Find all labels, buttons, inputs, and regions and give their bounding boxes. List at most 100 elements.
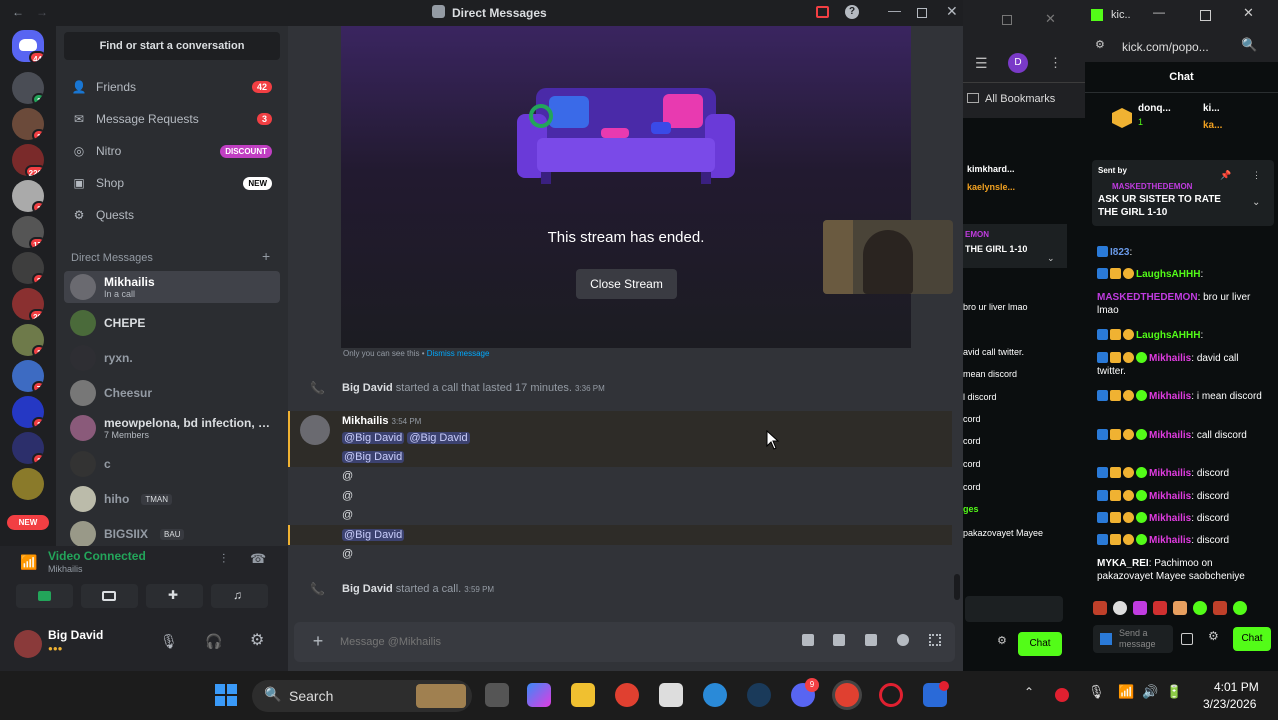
server-icon[interactable]: 2 (12, 252, 44, 284)
emote-icon[interactable] (1133, 601, 1147, 615)
maximize-icon[interactable] (1200, 10, 1211, 21)
opera-icon[interactable] (879, 683, 903, 707)
dm-item[interactable]: ryxn. (64, 342, 280, 374)
microphone-icon[interactable]: 🎙 (160, 634, 178, 648)
clock-date[interactable]: 3/23/2026 (1203, 697, 1256, 711)
dm-item[interactable]: Mikhailis In a call (64, 271, 280, 303)
pin-icon[interactable]: 📌 (1220, 171, 1231, 180)
chat-user[interactable]: LaughsAHHH (1136, 330, 1200, 341)
chat-send-button[interactable]: Chat (1018, 632, 1062, 656)
chat-user[interactable]: Mikhailis (1149, 468, 1191, 479)
bookmarks-label[interactable]: All Bookmarks (985, 93, 1055, 105)
start-button-icon[interactable] (215, 684, 237, 706)
edge-icon[interactable] (703, 683, 727, 707)
copilot-icon[interactable] (527, 683, 551, 707)
close-icon[interactable]: ✕ (1243, 6, 1254, 19)
chevron-up-icon[interactable]: ⌃ (1024, 686, 1034, 698)
chrome-icon[interactable] (615, 683, 639, 707)
server-icon[interactable]: 1 (12, 396, 44, 428)
headset-icon[interactable]: 🎧 (205, 634, 222, 648)
mention[interactable]: @Big David (342, 432, 405, 444)
emote-picker-icon[interactable] (1100, 633, 1112, 645)
send-message-input[interactable]: Send a message (1093, 625, 1173, 653)
emote-icon[interactable] (1193, 601, 1207, 615)
profile-avatar[interactable]: D (1008, 53, 1028, 73)
screen-icon[interactable] (816, 6, 829, 18)
menu-icon[interactable]: ⋮ (1049, 56, 1062, 69)
add-dm-icon[interactable]: + (262, 248, 270, 264)
video-thumbnail[interactable] (823, 220, 953, 294)
discord-taskbar-icon[interactable]: 9 (791, 678, 819, 707)
maximize-icon[interactable] (1002, 15, 1012, 25)
close-icon[interactable]: ✕ (946, 4, 958, 18)
maximize-icon[interactable] (917, 8, 927, 18)
clock-time[interactable]: 4:01 PM (1214, 680, 1259, 694)
gif-icon[interactable] (833, 634, 845, 646)
kick-tab[interactable]: kic.. (1111, 9, 1131, 21)
apps-icon[interactable] (929, 634, 941, 646)
server-icon[interactable]: 20 (12, 288, 44, 320)
wifi-icon[interactable]: 📶 (1118, 685, 1134, 698)
chevron-down-icon[interactable]: ⌄ (1252, 198, 1260, 208)
add-attachment-icon[interactable]: + (308, 631, 328, 651)
avatar[interactable] (14, 630, 42, 658)
avatar[interactable] (300, 415, 330, 445)
battery-icon[interactable]: 🔋 (1166, 685, 1182, 698)
close-stream-button[interactable]: Close Stream (576, 269, 677, 299)
emote-icon[interactable] (1153, 601, 1167, 615)
server-icon[interactable]: 17 (12, 216, 44, 248)
nav-nitro[interactable]: ◎ Nitro DISCOUNT (64, 137, 280, 165)
playlist-icon[interactable]: ☰ (975, 56, 988, 70)
emote-icon[interactable] (1113, 601, 1127, 615)
chat-send-button[interactable]: Chat (1233, 627, 1271, 651)
sticker-icon[interactable] (865, 634, 877, 646)
url-text[interactable]: kick.com/popo... (1122, 40, 1209, 54)
gift-icon[interactable] (802, 634, 814, 646)
emote-icon[interactable] (1213, 601, 1227, 615)
emote-icon[interactable] (1233, 601, 1247, 615)
nav-message-requests[interactable]: ✉ Message Requests 3 (64, 105, 280, 133)
message-input[interactable] (340, 632, 740, 652)
gift-icon[interactable] (1181, 633, 1193, 645)
volume-icon[interactable]: 🔊 (1142, 685, 1158, 698)
chat-user[interactable]: Mikhailis (1149, 353, 1191, 364)
minimize-icon[interactable]: — (1153, 6, 1165, 18)
signal-icon[interactable]: 📶 (20, 555, 37, 569)
settings-gear-icon[interactable]: ⚙ (1208, 630, 1219, 642)
close-icon[interactable]: ✕ (1045, 12, 1056, 25)
server-icon[interactable]: 1 (12, 432, 44, 464)
zoom-icon[interactable]: 🔍 (1241, 38, 1257, 51)
help-icon[interactable]: ? (845, 5, 859, 19)
back-arrow-icon[interactable]: ← (12, 6, 24, 18)
emote-icon[interactable] (1093, 601, 1107, 615)
call-user[interactable]: Big David (342, 583, 393, 595)
emoji-icon[interactable] (897, 634, 909, 646)
mention[interactable]: @Big David (342, 451, 405, 463)
server-icon[interactable]: 1 (12, 108, 44, 140)
call-user[interactable]: Big David (342, 382, 393, 394)
minimize-icon[interactable]: — (888, 4, 901, 17)
server-icon[interactable] (12, 468, 44, 500)
chat-user[interactable]: Mikhailis (1149, 491, 1191, 502)
disconnect-icon[interactable]: ☎ (250, 552, 266, 565)
screen-share-button[interactable] (81, 584, 138, 608)
nav-friends[interactable]: 👤 Friends 42 (64, 73, 280, 101)
chat-user[interactable]: MYKA_REI (1097, 558, 1149, 569)
message-author[interactable]: Mikhailis (342, 415, 388, 427)
dm-item[interactable]: c (64, 448, 280, 480)
emote-icon[interactable] (1173, 601, 1187, 615)
scrollbar[interactable] (954, 574, 960, 600)
chevron-down-icon[interactable]: ⌄ (1047, 254, 1055, 263)
dismiss-link[interactable]: Dismiss message (427, 349, 490, 358)
discord-home-icon[interactable]: 44 (12, 30, 44, 62)
find-conversation-button[interactable]: Find or start a conversation (64, 32, 280, 60)
nav-shop[interactable]: ▣ Shop NEW (64, 169, 280, 197)
dm-item[interactable]: Cheesur (64, 377, 280, 409)
tray-app-icon[interactable] (1055, 688, 1069, 702)
server-icon[interactable]: 1 (12, 324, 44, 356)
chat-input[interactable] (965, 596, 1063, 622)
dm-item[interactable]: meowpelona, bd infection, N... 7 Members (64, 412, 280, 444)
server-icon[interactable]: 7 (12, 360, 44, 392)
chrome-active-icon[interactable] (835, 683, 859, 707)
settings-gear-icon[interactable]: ⚙ (997, 636, 1007, 647)
